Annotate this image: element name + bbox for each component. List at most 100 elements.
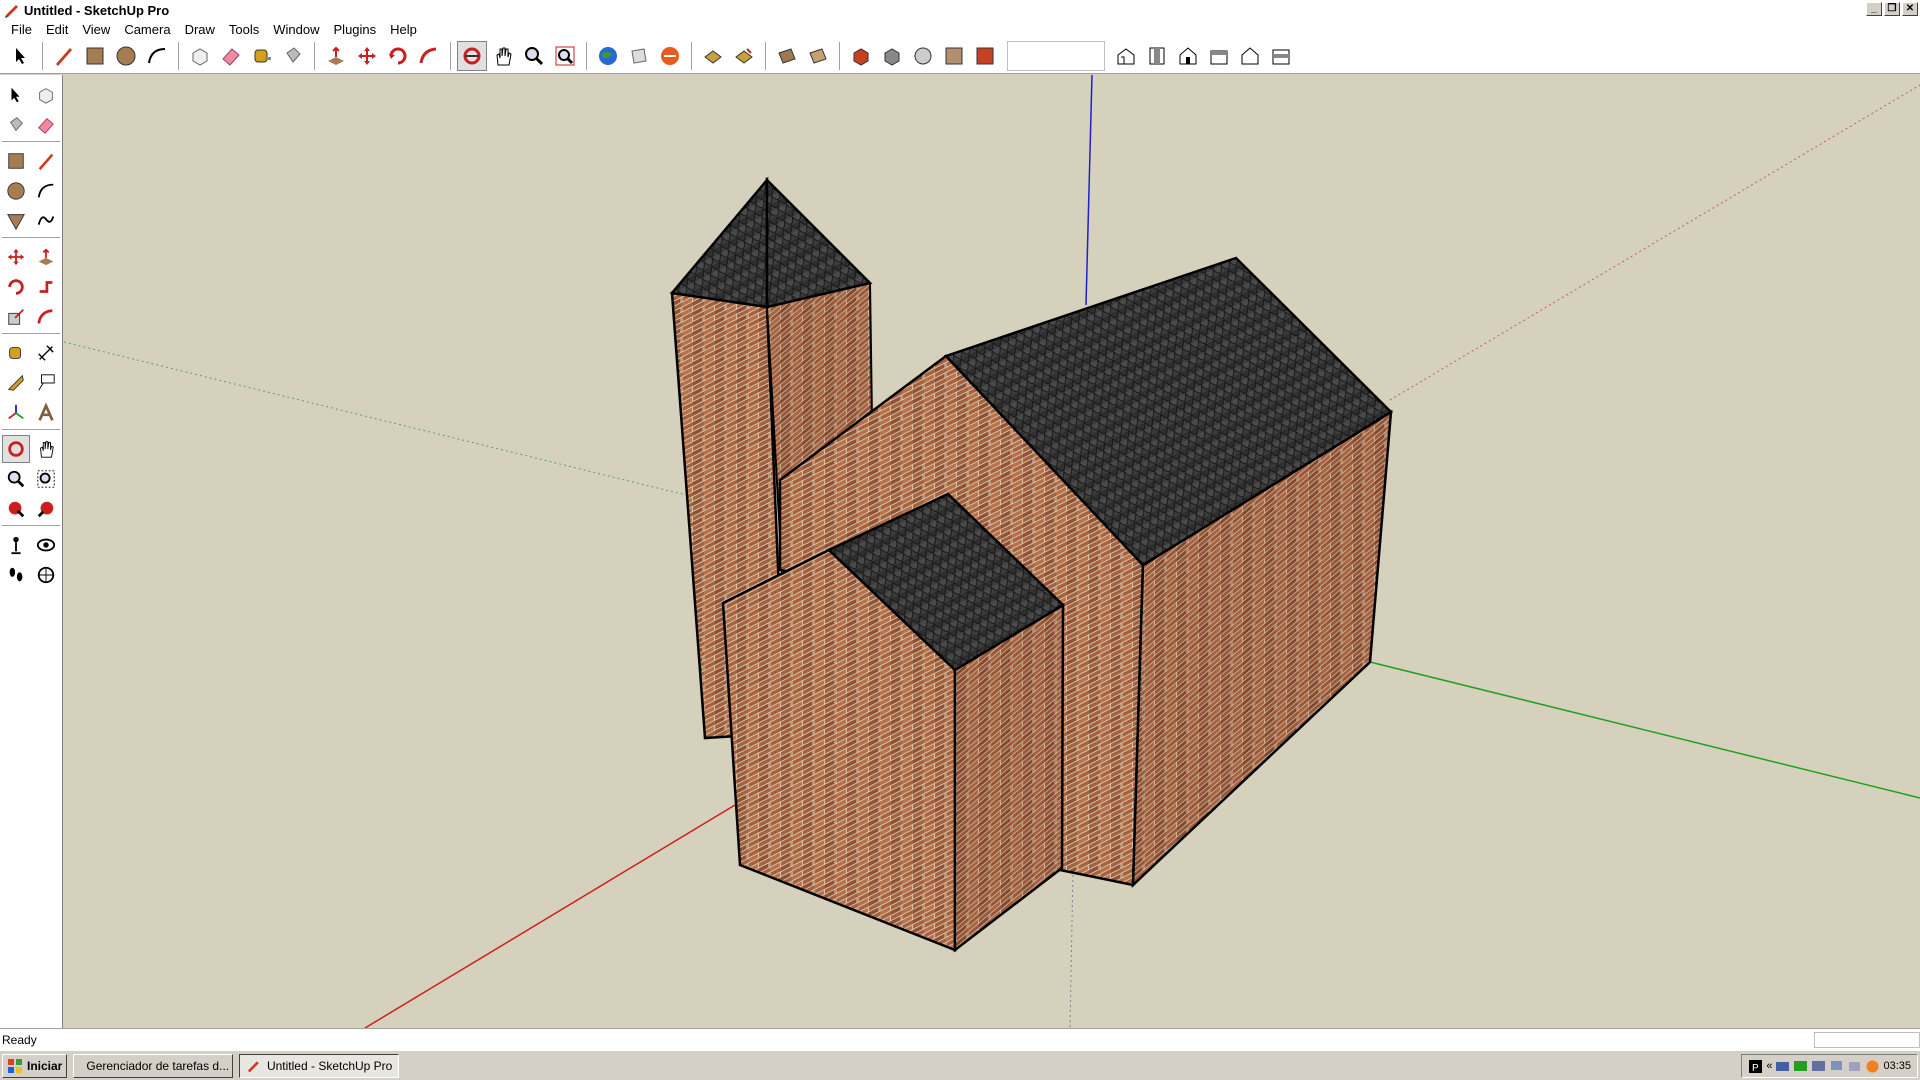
- section-cuts-icon[interactable]: [803, 41, 833, 71]
- task-manager-task-button[interactable]: Gerenciador de tarefas d...: [73, 1053, 234, 1078]
- zoom-icon[interactable]: [2, 465, 30, 493]
- paint-bucket-icon[interactable]: [278, 41, 308, 71]
- minimize-button[interactable]: _: [1866, 2, 1882, 16]
- follow-me-icon[interactable]: [32, 273, 60, 301]
- look-around-icon[interactable]: [32, 531, 60, 559]
- position-camera-icon[interactable]: [2, 531, 30, 559]
- measurements-box[interactable]: [1814, 1032, 1920, 1048]
- previous-view-icon[interactable]: [698, 41, 728, 71]
- hidden-line-icon[interactable]: [908, 41, 938, 71]
- arc-icon[interactable]: [142, 41, 172, 71]
- make-component-icon[interactable]: [185, 41, 215, 71]
- top-view-icon[interactable]: [1142, 41, 1172, 71]
- tray-expand-chevron[interactable]: «: [1766, 1060, 1772, 1072]
- network-tray-icon[interactable]: [1775, 1059, 1790, 1074]
- circle-icon[interactable]: [111, 41, 141, 71]
- menu-file[interactable]: File: [4, 22, 39, 37]
- next-view-icon[interactable]: [729, 41, 759, 71]
- restore-button[interactable]: ❐: [1884, 2, 1900, 16]
- pan-icon[interactable]: [488, 41, 518, 71]
- dimension-icon[interactable]: [32, 339, 60, 367]
- previous-icon[interactable]: [32, 495, 60, 523]
- pencil-icon[interactable]: [49, 41, 79, 71]
- zoom-window-icon[interactable]: [32, 465, 60, 493]
- circle-icon[interactable]: [2, 177, 30, 205]
- right-view-icon[interactable]: [1204, 41, 1234, 71]
- protractor-icon[interactable]: [2, 369, 30, 397]
- monitor-tray-icon[interactable]: [1793, 1059, 1808, 1074]
- offset-icon[interactable]: [32, 303, 60, 331]
- google-earth-icon[interactable]: [593, 41, 623, 71]
- scene-canvas[interactable]: [64, 75, 1920, 1028]
- rectangle-icon[interactable]: [80, 41, 110, 71]
- pan-icon[interactable]: [32, 435, 60, 463]
- menu-help[interactable]: Help: [383, 22, 424, 37]
- share-model-icon[interactable]: [655, 41, 685, 71]
- close-button[interactable]: ✕: [1902, 2, 1918, 16]
- push-pull-icon[interactable]: [321, 41, 351, 71]
- start-button[interactable]: Iniciar: [2, 1053, 68, 1078]
- freehand-icon[interactable]: [32, 207, 60, 235]
- menu-draw[interactable]: Draw: [178, 22, 222, 37]
- shaded-textures-icon[interactable]: [970, 41, 1000, 71]
- display-tray-icon[interactable]: [1811, 1059, 1826, 1074]
- move-icon[interactable]: [352, 41, 382, 71]
- polygon-icon[interactable]: [2, 207, 30, 235]
- palette-separator: [2, 237, 60, 239]
- 3d-text-icon[interactable]: [32, 399, 60, 427]
- rotate-icon[interactable]: [383, 41, 413, 71]
- follow-me-icon[interactable]: [414, 41, 444, 71]
- eraser-icon[interactable]: [216, 41, 246, 71]
- back-view-icon[interactable]: [1235, 41, 1265, 71]
- move-icon[interactable]: [2, 243, 30, 271]
- rectangle-icon[interactable]: [2, 147, 30, 175]
- xray-icon[interactable]: [846, 41, 876, 71]
- antivirus-tray-icon[interactable]: [1865, 1059, 1880, 1074]
- menu-window[interactable]: Window: [266, 22, 326, 37]
- iso-view-icon[interactable]: [1111, 41, 1141, 71]
- axes-icon[interactable]: [2, 399, 30, 427]
- orbit-icon[interactable]: [457, 41, 487, 71]
- wireframe-icon[interactable]: [877, 41, 907, 71]
- walk-icon[interactable]: [2, 561, 30, 589]
- menu-plugins[interactable]: Plugins: [327, 22, 384, 37]
- arc-icon[interactable]: [32, 177, 60, 205]
- task-label: Gerenciador de tarefas d...: [86, 1058, 230, 1073]
- tape-measure-icon[interactable]: [2, 339, 30, 367]
- connection-tray-icon[interactable]: [1847, 1059, 1862, 1074]
- eraser-icon[interactable]: [32, 111, 60, 139]
- select-icon[interactable]: [2, 81, 30, 109]
- scale-icon[interactable]: [2, 303, 30, 331]
- rotate-icon[interactable]: [2, 273, 30, 301]
- pdf-tray-icon[interactable]: P: [1748, 1059, 1763, 1074]
- make-component-icon[interactable]: [32, 81, 60, 109]
- shaded-icon[interactable]: [939, 41, 969, 71]
- sketchup-task-button[interactable]: Untitled - SketchUp Pro: [239, 1053, 400, 1078]
- text-icon[interactable]: [32, 369, 60, 397]
- select-icon[interactable]: [6, 41, 36, 71]
- menu-edit[interactable]: Edit: [39, 22, 75, 37]
- menu-tools[interactable]: Tools: [222, 22, 266, 37]
- start-label: Iniciar: [27, 1058, 63, 1073]
- section-plane-icon[interactable]: [772, 41, 802, 71]
- get-models-icon[interactable]: [624, 41, 654, 71]
- front-view-icon[interactable]: [1173, 41, 1203, 71]
- tape-measure-icon[interactable]: [247, 41, 277, 71]
- model-viewport[interactable]: [64, 75, 1920, 1028]
- zoom-extents-icon[interactable]: [550, 41, 580, 71]
- paint-bucket-icon[interactable]: [2, 111, 30, 139]
- svg-text:P: P: [1752, 1063, 1759, 1074]
- left-view-icon[interactable]: [1266, 41, 1296, 71]
- green-axis: [1369, 661, 1920, 799]
- toolbar-separator: [178, 42, 180, 70]
- menu-camera[interactable]: Camera: [117, 22, 177, 37]
- computer-tray-icon[interactable]: [1829, 1059, 1844, 1074]
- status-bar: Ready: [0, 1028, 1920, 1050]
- zoom-extents-icon[interactable]: [2, 495, 30, 523]
- section-plane-icon[interactable]: [32, 561, 60, 589]
- orbit-icon[interactable]: [2, 435, 30, 463]
- pencil-icon[interactable]: [32, 147, 60, 175]
- zoom-icon[interactable]: [519, 41, 549, 71]
- push-pull-icon[interactable]: [32, 243, 60, 271]
- menu-view[interactable]: View: [75, 22, 117, 37]
